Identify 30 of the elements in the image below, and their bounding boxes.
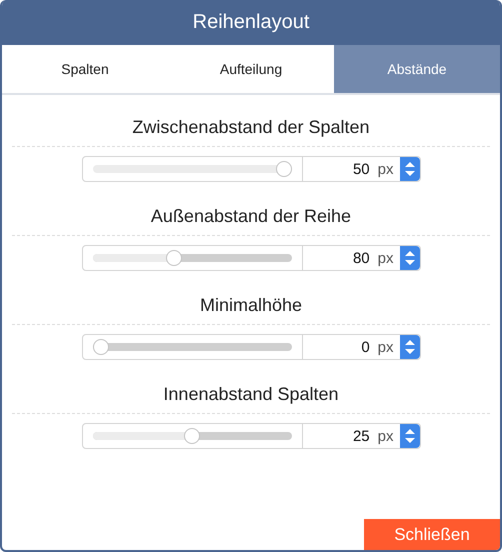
up-down-arrows-icon bbox=[404, 338, 416, 356]
slider[interactable] bbox=[92, 161, 292, 177]
slider[interactable] bbox=[92, 250, 292, 266]
slider-thumb[interactable] bbox=[92, 339, 108, 355]
up-down-arrows-icon bbox=[404, 427, 416, 445]
slider-thumb[interactable] bbox=[276, 161, 292, 177]
number-value[interactable]: 25 bbox=[352, 428, 370, 444]
unit-label: px bbox=[378, 250, 394, 266]
up-down-arrows-icon bbox=[404, 249, 416, 267]
spinner-button[interactable] bbox=[400, 424, 420, 448]
setting-label: Innenabstand Spalten bbox=[12, 384, 490, 414]
spinner-button[interactable] bbox=[400, 157, 420, 181]
slider[interactable] bbox=[92, 339, 292, 355]
spinner-button[interactable] bbox=[400, 335, 420, 359]
setting-label: Zwischenabstand der Spalten bbox=[12, 117, 490, 147]
number-value[interactable]: 80 bbox=[352, 250, 370, 266]
unit-label: px bbox=[378, 428, 394, 444]
slider-thumb[interactable] bbox=[184, 428, 200, 444]
slider-thumb[interactable] bbox=[166, 250, 182, 266]
setting-label: Minimalhöhe bbox=[12, 295, 490, 325]
unit-label: px bbox=[378, 338, 394, 356]
tab[interactable]: Abstände bbox=[334, 45, 500, 93]
slider[interactable] bbox=[92, 428, 292, 444]
unit-label: px bbox=[378, 160, 394, 178]
spinner-button[interactable] bbox=[400, 246, 420, 270]
setting-label: Außenabstand der Reihe bbox=[12, 206, 490, 236]
window-title: Reihenlayout bbox=[2, 0, 500, 45]
number-value[interactable]: 0 bbox=[361, 338, 370, 356]
up-down-arrows-icon bbox=[404, 160, 416, 178]
number-value[interactable]: 50 bbox=[352, 160, 370, 178]
